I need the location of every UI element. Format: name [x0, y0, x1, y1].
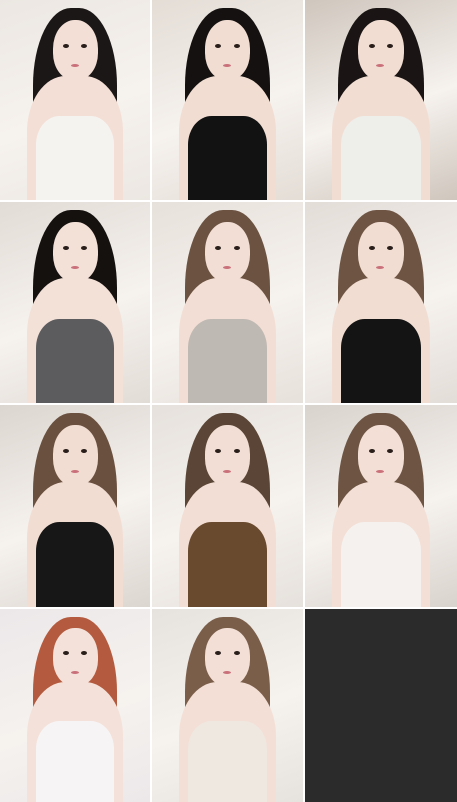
photo-tile[interactable] — [152, 202, 303, 403]
face — [204, 425, 251, 486]
garment — [36, 720, 114, 802]
garment — [188, 318, 267, 403]
portrait-photo — [305, 0, 457, 200]
face — [52, 20, 98, 80]
photo-tile[interactable] — [0, 0, 150, 200]
empty-tile — [305, 609, 457, 802]
garment — [36, 116, 114, 200]
photo-tile[interactable] — [305, 202, 457, 403]
face — [204, 222, 251, 283]
garment — [188, 720, 267, 802]
portrait-photo — [152, 405, 303, 607]
garment — [341, 116, 421, 200]
lips — [222, 469, 231, 473]
garment — [188, 116, 267, 200]
face — [204, 20, 251, 80]
portrait-photo — [152, 609, 303, 802]
garment — [188, 522, 267, 607]
lips — [70, 469, 79, 473]
face — [358, 222, 404, 283]
garment — [36, 522, 114, 607]
portrait-photo — [305, 405, 457, 607]
lips — [70, 64, 79, 67]
garment — [341, 522, 421, 607]
lips — [70, 670, 79, 674]
photo-tile[interactable] — [0, 609, 150, 802]
eye — [368, 44, 375, 48]
photo-grid — [0, 0, 457, 802]
lips — [222, 670, 231, 674]
face — [52, 222, 98, 283]
portrait-photo — [152, 0, 303, 200]
lips — [222, 64, 231, 67]
face — [358, 425, 404, 486]
photo-tile[interactable] — [305, 0, 457, 200]
photo-tile[interactable] — [152, 609, 303, 802]
face — [52, 425, 98, 486]
photo-tile[interactable] — [305, 405, 457, 607]
portrait-photo — [0, 609, 150, 802]
eye — [233, 44, 240, 48]
face — [204, 628, 251, 687]
photo-tile[interactable] — [152, 405, 303, 607]
photo-tile[interactable] — [152, 0, 303, 200]
photo-tile[interactable] — [0, 202, 150, 403]
face — [52, 628, 98, 687]
garment — [36, 318, 114, 403]
face — [358, 20, 404, 80]
portrait-photo — [0, 202, 150, 403]
portrait-photo — [305, 202, 457, 403]
portrait-photo — [0, 405, 150, 607]
lips — [376, 469, 385, 473]
eye — [81, 44, 87, 48]
eye — [233, 246, 240, 251]
eye — [63, 44, 69, 48]
garment — [341, 318, 421, 403]
photo-tile[interactable] — [0, 405, 150, 607]
portrait-photo — [152, 202, 303, 403]
portrait-photo — [0, 0, 150, 200]
